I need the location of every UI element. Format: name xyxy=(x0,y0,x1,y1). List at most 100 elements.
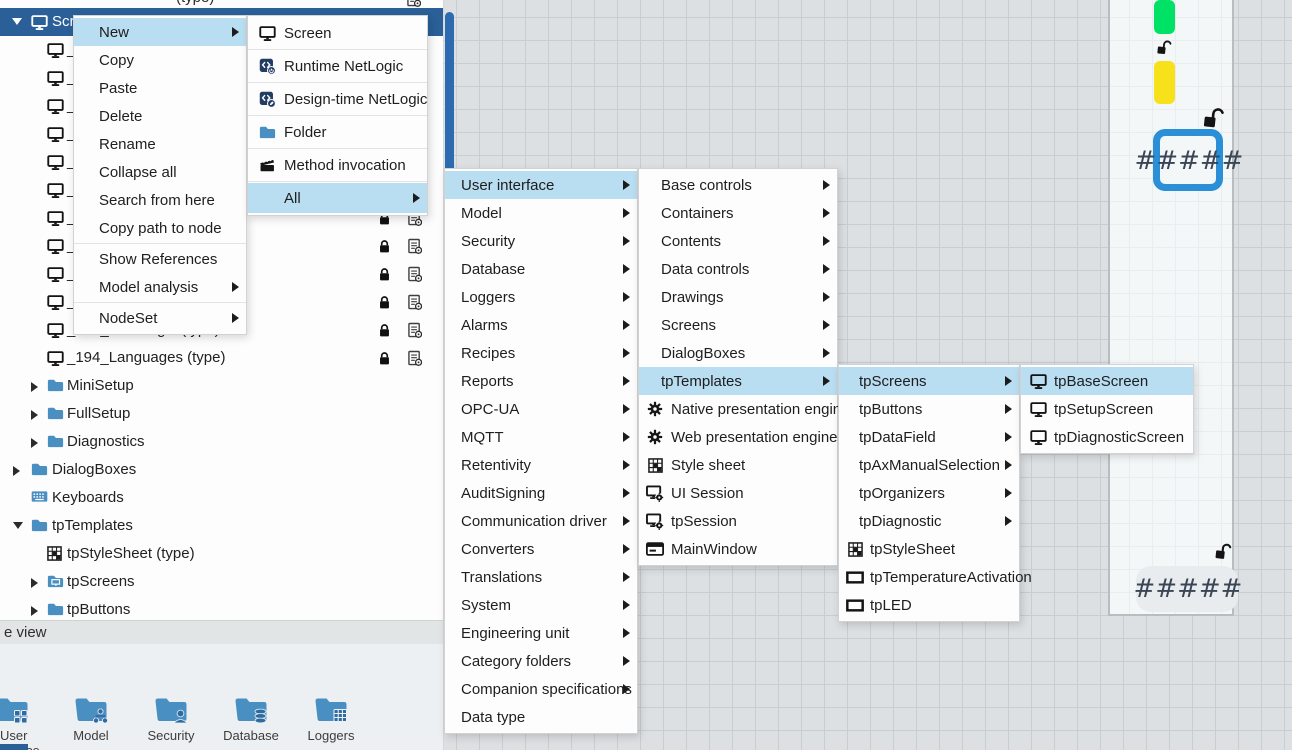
menu-item-native-presentation-engine[interactable]: Native presentation engine xyxy=(639,395,837,423)
menu-item-style-sheet[interactable]: Style sheet xyxy=(639,451,837,479)
menu-item-label: Copy path to node xyxy=(99,220,222,237)
menu-item-label: System xyxy=(461,597,511,614)
menu-item-translations[interactable]: Translations xyxy=(445,563,637,591)
menu-item-opc-ua[interactable]: OPC-UA xyxy=(445,395,637,423)
menu-item-containers[interactable]: Containers xyxy=(639,199,837,227)
menu-item-dialogboxes[interactable]: DialogBoxes xyxy=(639,339,837,367)
tree-row-label: Keyboards xyxy=(52,489,124,506)
menu-item-tpsession[interactable]: tpSession xyxy=(639,507,837,535)
collapse-arrow-icon[interactable] xyxy=(13,522,23,529)
menu-item-database[interactable]: Database xyxy=(445,255,637,283)
keyboard-icon xyxy=(31,490,48,508)
menu-item-label: Recipes xyxy=(461,345,515,362)
menu-item-category-folders[interactable]: Category folders xyxy=(445,647,637,675)
expand-arrow-icon[interactable] xyxy=(31,382,38,392)
menu-item-rename[interactable]: Rename xyxy=(74,130,246,158)
menu-item-mqtt[interactable]: MQTT xyxy=(445,423,637,451)
expand-arrow-icon[interactable] xyxy=(31,438,38,448)
menu-item-converters[interactable]: Converters xyxy=(445,535,637,563)
menu-item-search-from-here[interactable]: Search from here xyxy=(74,186,246,214)
menu-item-retentivity[interactable]: Retentivity xyxy=(445,451,637,479)
menu-item-data-controls[interactable]: Data controls xyxy=(639,255,837,283)
submenu-arrow-icon xyxy=(823,348,830,358)
menu-item-nodeset[interactable]: NodeSet xyxy=(74,304,246,332)
menu-item-tptemplates[interactable]: tpTemplates xyxy=(639,367,837,395)
tree-row[interactable]: tpScreens xyxy=(0,568,443,596)
menu-item-system[interactable]: System xyxy=(445,591,637,619)
expand-arrow-icon[interactable] xyxy=(31,606,38,616)
menu-item-mainwindow[interactable]: MainWindow xyxy=(639,535,837,563)
menu-item-label: Loggers xyxy=(461,289,515,306)
menu-item-label: tpOrganizers xyxy=(859,485,945,502)
menu-item-label: Drawings xyxy=(661,289,724,306)
menu-item-tptemperatureactivation[interactable]: tpTemperatureActivation xyxy=(839,563,1019,591)
green-widget[interactable] xyxy=(1154,0,1175,34)
menu-item-web-presentation-engine[interactable]: Web presentation engine xyxy=(639,423,837,451)
menu-item-all[interactable]: All xyxy=(248,183,427,213)
menu-item-ui-session[interactable]: UI Session xyxy=(639,479,837,507)
menu-item-drawings[interactable]: Drawings xyxy=(639,283,837,311)
datafield-placeholder[interactable]: ##### xyxy=(1133,574,1243,604)
menu-item-tpled[interactable]: tpLED xyxy=(839,591,1019,619)
menu-item-model[interactable]: Model xyxy=(445,199,637,227)
expand-arrow-icon[interactable] xyxy=(31,410,38,420)
menu-item-new[interactable]: New xyxy=(74,18,246,46)
menu-item-loggers[interactable]: Loggers xyxy=(445,283,637,311)
menu-item-tpaxmanualselection[interactable]: tpAxManualSelection xyxy=(839,451,1019,479)
menu-item-copy[interactable]: Copy xyxy=(74,46,246,74)
menu-item-communication-driver[interactable]: Communication driver xyxy=(445,507,637,535)
tree-row[interactable]: tpTemplates xyxy=(0,512,443,540)
tree-row[interactable]: _194_Languages (type) xyxy=(0,344,443,372)
tree-row[interactable]: FullSetup xyxy=(0,400,443,428)
menu-item-auditsigning[interactable]: AuditSigning xyxy=(445,479,637,507)
menu-item-runtime-netlogic[interactable]: Runtime NetLogic xyxy=(248,51,427,81)
menu-item-delete[interactable]: Delete xyxy=(74,102,246,130)
expand-arrow-icon[interactable] xyxy=(13,466,20,476)
menu-item-contents[interactable]: Contents xyxy=(639,227,837,255)
lock-icon xyxy=(378,322,391,343)
menu-item-label: Converters xyxy=(461,541,534,558)
menu-item-tpbuttons[interactable]: tpButtons xyxy=(839,395,1019,423)
menu-item-paste[interactable]: Paste xyxy=(74,74,246,102)
menu-item-tpsetupscreen[interactable]: tpSetupScreen xyxy=(1021,395,1193,423)
tree-row-label: Scr xyxy=(52,13,75,30)
collapse-arrow-icon[interactable] xyxy=(12,18,22,25)
menu-item-tpdiagnostic[interactable]: tpDiagnostic xyxy=(839,507,1019,535)
menu-item-copy-path-to-node[interactable]: Copy path to node xyxy=(74,214,246,242)
menu-item-screens[interactable]: Screens xyxy=(639,311,837,339)
tree-row[interactable]: Diagnostics xyxy=(0,428,443,456)
menu-item-engineering-unit[interactable]: Engineering unit xyxy=(445,619,637,647)
submenu-arrow-icon xyxy=(623,264,630,274)
tree-row[interactable]: Keyboards xyxy=(0,484,443,512)
yellow-widget[interactable] xyxy=(1154,61,1175,104)
menu-item-tporganizers[interactable]: tpOrganizers xyxy=(839,479,1019,507)
menu-item-companion-specifications[interactable]: Companion specifications xyxy=(445,675,637,703)
menu-item-reports[interactable]: Reports xyxy=(445,367,637,395)
menu-item-security[interactable]: Security xyxy=(445,227,637,255)
expand-arrow-icon[interactable] xyxy=(31,578,38,588)
menu-item-label: Reports xyxy=(461,373,514,390)
submenu-arrow-icon xyxy=(623,600,630,610)
menu-item-alarms[interactable]: Alarms xyxy=(445,311,637,339)
menu-item-collapse-all[interactable]: Collapse all xyxy=(74,158,246,186)
menu-item-recipes[interactable]: Recipes xyxy=(445,339,637,367)
menu-item-tpdatafield[interactable]: tpDataField xyxy=(839,423,1019,451)
menu-item-design-time-netlogic[interactable]: Design-time NetLogic xyxy=(248,84,427,114)
menu-item-tpscreens[interactable]: tpScreens xyxy=(839,367,1019,395)
tree-row[interactable]: tpStyleSheet (type) xyxy=(0,540,443,568)
menu-item-screen[interactable]: Screen xyxy=(248,18,427,48)
tree-row[interactable]: MiniSetup xyxy=(0,372,443,400)
menu-item-base-controls[interactable]: Base controls xyxy=(639,171,837,199)
menu-item-label: Model analysis xyxy=(99,279,198,296)
menu-item-user-interface[interactable]: User interface xyxy=(445,171,637,199)
tree-row[interactable]: DialogBoxes xyxy=(0,456,443,484)
menu-item-data-type[interactable]: Data type xyxy=(445,703,637,731)
datafield-placeholder[interactable]: ##### xyxy=(1134,146,1244,176)
menu-item-tpstylesheet[interactable]: tpStyleSheet xyxy=(839,535,1019,563)
menu-item-tpdiagnosticscreen[interactable]: tpDiagnosticScreen xyxy=(1021,423,1193,451)
menu-item-method-invocation[interactable]: Method invocation xyxy=(248,150,427,180)
menu-item-model-analysis[interactable]: Model analysis xyxy=(74,273,246,301)
menu-item-tpbasescreen[interactable]: tpBaseScreen xyxy=(1021,367,1193,395)
menu-item-folder[interactable]: Folder xyxy=(248,117,427,147)
menu-item-show-references[interactable]: Show References xyxy=(74,245,246,273)
